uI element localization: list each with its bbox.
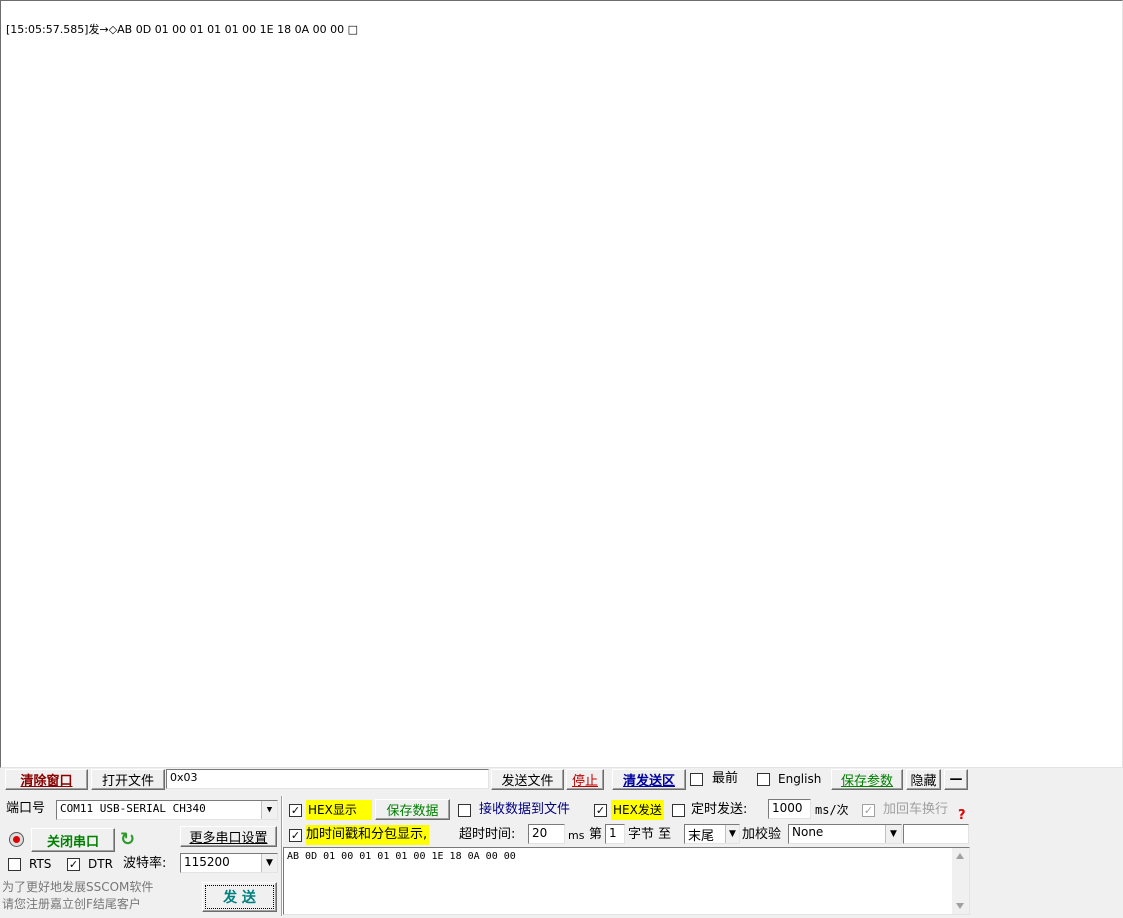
hide-label: 隐藏 — [910, 774, 937, 789]
english-label: English — [778, 772, 822, 786]
byte-no-value: 1 — [609, 826, 617, 840]
file-path-value: 0x03 — [170, 771, 198, 784]
recv-to-file-label: 接收数据到文件 — [479, 802, 571, 817]
promo-text-2: 请您注册嘉立创F结尾客户 — [2, 897, 141, 911]
send-file-button[interactable]: 发送文件 — [491, 769, 564, 790]
save-params-button[interactable]: 保存参数 — [831, 769, 903, 790]
save-params-label: 保存参数 — [840, 774, 893, 789]
topmost-checkbox[interactable] — [690, 773, 703, 786]
open-file-button[interactable]: 打开文件 — [91, 769, 165, 790]
add-crlf-checkbox[interactable]: ✓ — [862, 804, 875, 817]
scroll-down-icon[interactable] — [956, 903, 964, 909]
collapse-button[interactable]: — — [944, 769, 968, 790]
send-file-label: 发送文件 — [501, 774, 554, 789]
port-combo[interactable]: COM11 USB-SERIAL CH340 ▼ — [56, 800, 278, 820]
dropdown-arrow-icon: ▼ — [261, 854, 277, 872]
clear-send-label: 清发送区 — [622, 774, 675, 789]
hex-send-label: HEX发送 — [611, 800, 664, 820]
dropdown-arrow-icon: ▼ — [261, 801, 277, 819]
send-text: AB 0D 01 00 01 01 01 00 1E 18 0A 00 00 — [287, 851, 516, 862]
dropdown-arrow-icon: ▼ — [885, 825, 901, 843]
english-checkbox[interactable] — [757, 773, 770, 786]
recv-to-file-checkbox[interactable] — [458, 804, 471, 817]
timestamp-label: 加时间戳和分包显示, — [306, 825, 430, 845]
scroll-up-icon[interactable] — [956, 853, 964, 859]
clear-send-button[interactable]: 清发送区 — [612, 769, 686, 790]
hex-display-label: HEX显示 — [306, 800, 372, 820]
receive-line: [15:05:57.585]发→◇AB 0D 01 00 01 01 01 00… — [6, 23, 358, 36]
dtr-label: DTR — [88, 857, 113, 871]
baud-value: 115200 — [184, 855, 230, 869]
baud-label: 波特率: — [123, 856, 167, 871]
save-data-button[interactable]: 保存数据 — [375, 799, 450, 820]
timeout-value: 20 — [532, 826, 548, 840]
timed-send-checkbox[interactable] — [672, 804, 685, 817]
save-data-label: 保存数据 — [386, 804, 439, 819]
send-button[interactable]: 发 送 — [202, 882, 277, 912]
rts-label: RTS — [29, 857, 52, 871]
help-icon[interactable]: ? — [958, 806, 966, 826]
clear-window-label: 清除窗口 — [20, 774, 73, 789]
file-path-input[interactable]: 0x03 — [166, 769, 489, 789]
record-icon — [9, 832, 24, 847]
timeout-label: 超时时间: — [459, 827, 516, 842]
interval-input[interactable]: 1000 — [768, 799, 811, 819]
port-label: 端口号 — [6, 801, 46, 816]
checksum-combo[interactable]: None ▼ — [788, 824, 902, 844]
interval-value: 1000 — [772, 801, 803, 815]
add-crlf-label: 加回车换行 — [883, 802, 949, 817]
baud-combo[interactable]: 115200 ▼ — [180, 853, 278, 873]
hide-button[interactable]: 隐藏 — [906, 769, 941, 790]
send-scrollbar[interactable] — [952, 848, 969, 914]
to-combo[interactable]: 末尾 ▼ — [684, 824, 740, 844]
more-settings-label: 更多串口设置 — [189, 831, 268, 846]
send-textarea[interactable]: AB 0D 01 00 01 01 01 00 1E 18 0A 00 00 — [283, 847, 970, 915]
checksum-label: 加校验 — [742, 827, 782, 842]
port-value: COM11 USB-SERIAL CH340 — [60, 802, 206, 815]
topmost-label: 最前 — [712, 771, 739, 786]
close-port-button[interactable]: 关闭串口 — [31, 828, 115, 852]
hex-send-checkbox[interactable]: ✓ — [594, 804, 607, 817]
dropdown-arrow-icon: ▼ — [725, 825, 739, 843]
promo-text-1: 为了更好地发展SSCOM软件 — [2, 880, 154, 894]
open-file-label: 打开文件 — [101, 774, 154, 789]
receive-area[interactable]: [15:05:57.585]发→◇AB 0D 01 00 01 01 01 00… — [0, 0, 1123, 768]
byte-no-label: 第 — [589, 827, 603, 842]
ms-label: ms — [568, 829, 585, 842]
byte-range-label: 字节 至 — [628, 827, 672, 842]
dtr-checkbox[interactable]: ✓ — [67, 858, 80, 871]
timestamp-checkbox[interactable]: ✓ — [289, 829, 302, 842]
rts-checkbox[interactable] — [8, 858, 21, 871]
minus-icon: — — [949, 772, 963, 787]
timed-send-label: 定时发送: — [691, 802, 748, 817]
to-value: 末尾 — [688, 829, 715, 844]
interval-unit-label: ms/次 — [815, 803, 849, 817]
hex-display-checkbox[interactable]: ✓ — [289, 804, 302, 817]
refresh-icon: ↻ — [120, 829, 136, 850]
timeout-input[interactable]: 20 — [528, 824, 565, 844]
stop-button[interactable]: 停止 — [566, 769, 604, 790]
clear-window-button[interactable]: 清除窗口 — [5, 769, 88, 790]
byte-no-input[interactable]: 1 — [605, 824, 625, 844]
checksum-value: None — [792, 825, 824, 839]
more-settings-button[interactable]: 更多串口设置 — [180, 826, 277, 847]
close-port-label: 关闭串口 — [46, 834, 99, 850]
extra-input[interactable] — [903, 824, 969, 844]
send-label: 发 送 — [223, 890, 256, 906]
stop-label: 停止 — [571, 774, 598, 789]
